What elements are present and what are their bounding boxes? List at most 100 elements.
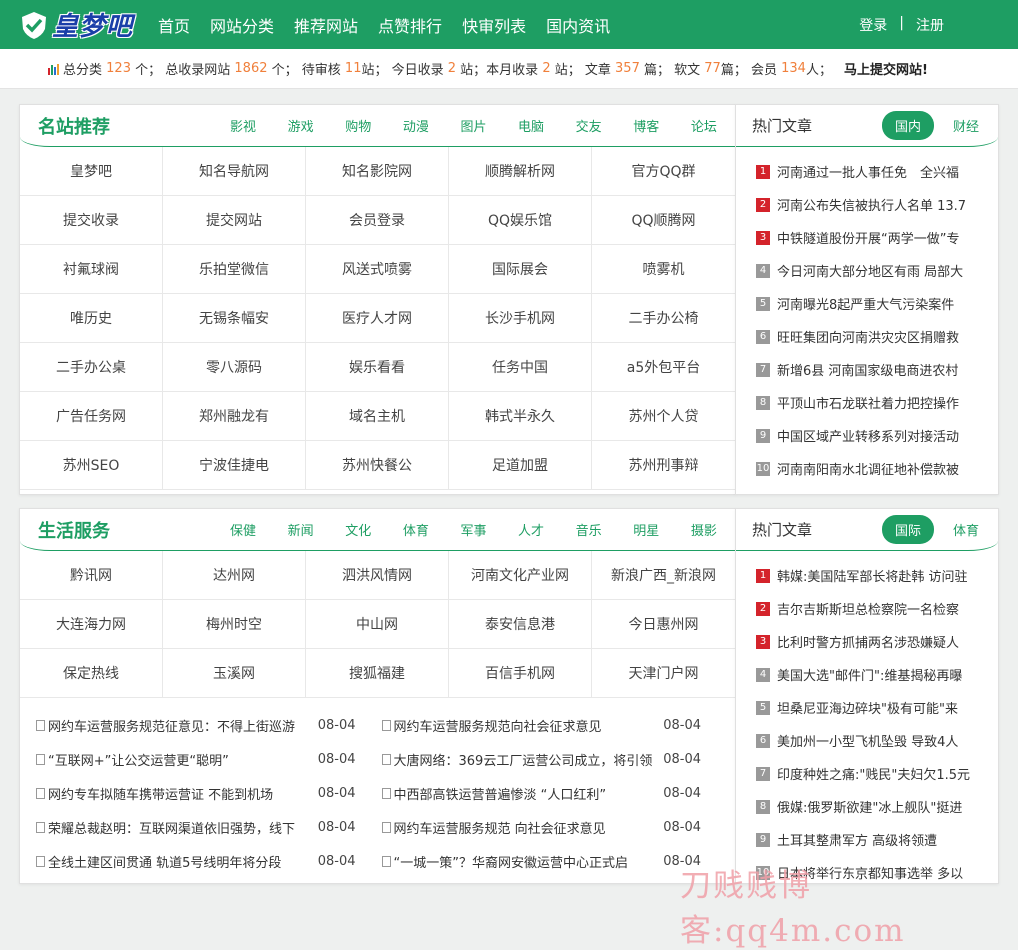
site-link[interactable]: 泗洪风情网 — [306, 551, 449, 600]
site-link[interactable]: 顺腾解析网 — [449, 147, 592, 196]
submit-site-link[interactable]: 马上提交网站! — [844, 59, 928, 78]
news-title[interactable]: 网约专车拟随车携带运营证 不能到机场 — [45, 784, 310, 803]
hot-article-title[interactable]: 印度种姓之痛:"贱民"夫妇欠1.5元 — [777, 764, 970, 783]
hot-article-title[interactable]: 河南南阳南水北调征地补偿款被 — [777, 459, 959, 478]
site-link[interactable]: 梅州时空 — [163, 600, 306, 649]
category-link[interactable]: 音乐 — [576, 520, 602, 539]
site-link[interactable]: 长沙手机网 — [449, 294, 592, 343]
hot-article-item[interactable]: 8 平顶山市石龙联社着力把控操作 — [736, 386, 998, 419]
news-item[interactable]: 网约车运营服务规范向社会征求意见 08-04 — [381, 708, 701, 742]
hot-article-title[interactable]: 河南通过一批人事任免 全兴福 — [777, 162, 959, 181]
hot-article-item[interactable]: 1 韩媒:美国陆军部长将赴韩 访问驻 — [736, 559, 998, 592]
hot-article-title[interactable]: 俄媒:俄罗斯欲建"冰上舰队"挺进 — [777, 797, 962, 816]
site-link[interactable]: 唯历史 — [20, 294, 163, 343]
news-title[interactable]: 中西部高铁运营普遍惨淡 “人口红利” — [391, 784, 656, 803]
news-title[interactable]: 网约车运营服务规范向社会征求意见 — [391, 716, 656, 735]
hot-article-title[interactable]: 河南公布失信被执行人名单 13.7 — [777, 195, 966, 214]
category-link[interactable]: 摄影 — [691, 520, 717, 539]
site-link[interactable]: 皇梦吧 — [20, 147, 163, 196]
hot-article-title[interactable]: 平顶山市石龙联社着力把控操作 — [777, 393, 959, 412]
nav-home[interactable]: 首页 — [158, 13, 190, 37]
site-link[interactable]: 知名影院网 — [306, 147, 449, 196]
hot-article-item[interactable]: 1 河南通过一批人事任免 全兴福 — [736, 155, 998, 188]
news-title[interactable]: “互联网+”让公交运营更“聪明” — [45, 750, 310, 769]
site-link[interactable]: 知名导航网 — [163, 147, 306, 196]
site-link[interactable]: 玉溪网 — [163, 649, 306, 698]
site-link[interactable]: 无锡条幅安 — [163, 294, 306, 343]
hot-article-item[interactable]: 3 比利时警方抓捕两名涉恐嫌疑人 — [736, 625, 998, 658]
category-link[interactable]: 图片 — [460, 116, 486, 135]
hot-article-item[interactable]: 9 土耳其整肃军方 高级将领遭 — [736, 823, 998, 856]
category-link[interactable]: 购物 — [345, 116, 371, 135]
register-link[interactable]: 注册 — [916, 15, 944, 35]
site-link[interactable]: 河南文化产业网 — [449, 551, 592, 600]
hot-article-item[interactable]: 2 河南公布失信被执行人名单 13.7 — [736, 188, 998, 221]
news-title[interactable]: 荣耀总裁赵明：互联网渠道依旧强势，线下 — [45, 818, 310, 837]
news-item[interactable]: 全线土建区间贯通 轨道5号线明年将分段 08-04 — [36, 844, 356, 878]
hot-article-title[interactable]: 中国区域产业转移系列对接活动 — [777, 426, 959, 445]
hot-article-item[interactable]: 2 吉尔吉斯斯坦总检察院一名检察 — [736, 592, 998, 625]
site-link[interactable]: QQ顺腾网 — [592, 196, 735, 245]
site-link[interactable]: QQ娱乐馆 — [449, 196, 592, 245]
site-link[interactable]: 零八源码 — [163, 343, 306, 392]
site-link[interactable]: 二手办公桌 — [20, 343, 163, 392]
site-link[interactable]: 大连海力网 — [20, 600, 163, 649]
hot-article-item[interactable]: 8 俄媒:俄罗斯欲建"冰上舰队"挺进 — [736, 790, 998, 823]
site-link[interactable]: 保定热线 — [20, 649, 163, 698]
site-link[interactable]: 任务中国 — [449, 343, 592, 392]
tab-finance[interactable]: 财经 — [940, 111, 992, 140]
news-item[interactable]: “一城一策”？华裔网安徽运营中心正式启 08-04 — [381, 844, 701, 878]
site-link[interactable]: 郑州融龙有 — [163, 392, 306, 441]
site-link[interactable]: 苏州个人贷 — [592, 392, 735, 441]
site-link[interactable]: 韩式半永久 — [449, 392, 592, 441]
site-link[interactable]: 官方QQ群 — [592, 147, 735, 196]
nav-likes-rank[interactable]: 点赞排行 — [378, 13, 442, 37]
site-link[interactable]: 域名主机 — [306, 392, 449, 441]
tab-international[interactable]: 国际 — [881, 515, 934, 544]
site-link[interactable]: 广告任务网 — [20, 392, 163, 441]
news-item[interactable]: “互联网+”让公交运营更“聪明” 08-04 — [36, 742, 356, 776]
tab-sports[interactable]: 体育 — [940, 515, 992, 544]
site-link[interactable]: 新浪广西_新浪网 — [592, 551, 735, 600]
news-item[interactable]: 中西部高铁运营普遍惨淡 “人口红利” 08-04 — [381, 776, 701, 810]
hot-article-item[interactable]: 4 美国大选"邮件门":维基揭秘再曝 — [736, 658, 998, 691]
nav-categories[interactable]: 网站分类 — [210, 13, 274, 37]
hot-article-item[interactable]: 7 印度种姓之痛:"贱民"夫妇欠1.5元 — [736, 757, 998, 790]
site-link[interactable]: 中山网 — [306, 600, 449, 649]
site-link[interactable]: 黔讯网 — [20, 551, 163, 600]
category-link[interactable]: 博客 — [633, 116, 659, 135]
category-link[interactable]: 电脑 — [518, 116, 544, 135]
hot-article-title[interactable]: 旺旺集团向河南洪灾灾区捐赠救 — [777, 327, 959, 346]
category-link[interactable]: 体育 — [403, 520, 429, 539]
site-link[interactable]: 乐拍堂微信 — [163, 245, 306, 294]
site-link[interactable]: 二手办公椅 — [592, 294, 735, 343]
hot-article-item[interactable]: 5 坦桑尼亚海边碎块"极有可能"来 — [736, 691, 998, 724]
site-link[interactable]: 提交收录 — [20, 196, 163, 245]
hot-article-item[interactable]: 10 河南南阳南水北调征地补偿款被 — [736, 452, 998, 485]
site-link[interactable]: 宁波佳捷电 — [163, 441, 306, 490]
site-link[interactable]: 风送式喷雾 — [306, 245, 449, 294]
news-title[interactable]: 网约车运营服务规范 向社会征求意见 — [391, 818, 656, 837]
nav-quick-review[interactable]: 快审列表 — [462, 13, 526, 37]
hot-article-title[interactable]: 河南曝光8起严重大气污染案件 — [777, 294, 954, 313]
site-link[interactable]: 百信手机网 — [449, 649, 592, 698]
nav-domestic-news[interactable]: 国内资讯 — [546, 13, 610, 37]
site-link[interactable]: 提交网站 — [163, 196, 306, 245]
login-link[interactable]: 登录 — [859, 15, 887, 35]
category-link[interactable]: 军事 — [460, 520, 486, 539]
tab-domestic[interactable]: 国内 — [881, 111, 934, 140]
site-link[interactable]: 苏州快餐公 — [306, 441, 449, 490]
site-link[interactable]: 苏州SEO — [20, 441, 163, 490]
hot-article-item[interactable]: 3 中铁隧道股份开展“两学一做”专 — [736, 221, 998, 254]
site-link[interactable]: 会员登录 — [306, 196, 449, 245]
category-link[interactable]: 新闻 — [288, 520, 314, 539]
site-link[interactable]: 足道加盟 — [449, 441, 592, 490]
news-title[interactable]: 大唐网络：369云工厂运营公司成立，将引领 — [391, 750, 656, 769]
nav-recommended[interactable]: 推荐网站 — [294, 13, 358, 37]
category-link[interactable]: 文化 — [345, 520, 371, 539]
site-link[interactable]: 衬氟球阀 — [20, 245, 163, 294]
hot-article-title[interactable]: 今日河南大部分地区有雨 局部大 — [777, 261, 963, 280]
site-link[interactable]: a5外包平台 — [592, 343, 735, 392]
category-link[interactable]: 明星 — [633, 520, 659, 539]
hot-article-title[interactable]: 土耳其整肃军方 高级将领遭 — [777, 830, 937, 849]
